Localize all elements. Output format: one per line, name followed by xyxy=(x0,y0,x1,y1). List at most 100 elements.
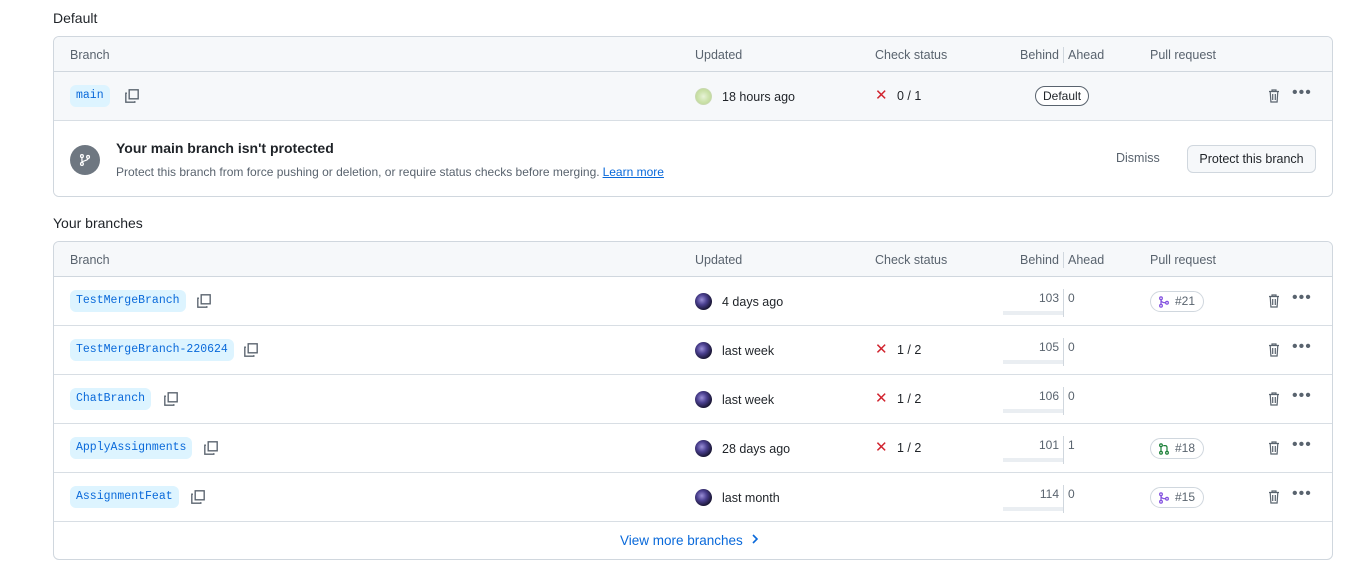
default-section-title: Default xyxy=(53,10,98,26)
pr-number: #21 xyxy=(1175,294,1196,308)
updated-time: 4 days ago xyxy=(722,294,784,309)
copy-icon[interactable] xyxy=(123,87,141,105)
behind-bar xyxy=(1003,311,1063,315)
check-status[interactable]: ✕ 1 / 2 xyxy=(875,440,921,455)
pull-request-badge[interactable]: #21 xyxy=(1150,291,1205,312)
copy-icon[interactable] xyxy=(202,439,220,457)
default-badge: Default xyxy=(1035,86,1090,106)
ahead-count: 0 xyxy=(1068,291,1075,305)
header-behind: Behind xyxy=(1020,253,1059,267)
your-branches-title: Your branches xyxy=(53,215,143,231)
avatar[interactable] xyxy=(695,293,712,310)
check-status[interactable]: ✕ 1 / 2 xyxy=(875,342,921,357)
updated-time: last month xyxy=(722,490,780,505)
behind-bar xyxy=(1003,409,1063,413)
protect-branch-button[interactable]: Protect this branch xyxy=(1187,145,1316,173)
git-branch-icon xyxy=(70,145,100,175)
check-count: 1 / 2 xyxy=(897,391,922,406)
avatar[interactable] xyxy=(695,489,712,506)
behind-ahead-divider xyxy=(1063,289,1064,317)
branch-link[interactable]: TestMergeBranch xyxy=(70,290,186,312)
header-branch: Branch xyxy=(70,253,110,267)
check-status[interactable]: ✕ 1 / 2 xyxy=(875,391,921,406)
branch-link[interactable]: AssignmentFeat xyxy=(70,486,179,508)
table-header: Branch Updated Check status Behind Ahead… xyxy=(54,242,1332,277)
avatar[interactable] xyxy=(695,88,712,105)
ahead-count: 1 xyxy=(1068,438,1075,452)
branch-link[interactable]: TestMergeBranch-220624 xyxy=(70,339,234,361)
header-divider xyxy=(1063,47,1064,63)
behind-ahead-divider xyxy=(1063,436,1064,464)
updated-time: last week xyxy=(722,392,775,407)
header-updated: Updated xyxy=(695,253,743,267)
behind-bar xyxy=(1003,458,1063,462)
behind-count: 101 xyxy=(1038,438,1059,452)
updated-cell: 4 days ago xyxy=(695,293,783,310)
copy-icon[interactable] xyxy=(242,341,260,359)
trash-icon[interactable] xyxy=(1266,488,1282,506)
trash-icon[interactable] xyxy=(1266,87,1282,105)
copy-icon[interactable] xyxy=(195,292,213,310)
view-more-branches-link[interactable]: View more branches xyxy=(620,533,759,548)
header-ahead: Ahead xyxy=(1068,253,1105,267)
more-options-icon[interactable]: ••• xyxy=(1292,486,1312,505)
chevron-right-icon xyxy=(751,533,759,548)
pull-request-badge[interactable]: #18 xyxy=(1150,438,1205,459)
avatar[interactable] xyxy=(695,391,712,408)
updated-cell: 28 days ago xyxy=(695,440,790,457)
avatar[interactable] xyxy=(695,440,712,457)
behind-ahead-divider xyxy=(1063,387,1064,415)
ahead-count: 0 xyxy=(1068,389,1075,403)
more-options-icon[interactable]: ••• xyxy=(1292,388,1312,407)
header-pull-request: Pull request xyxy=(1150,253,1217,267)
avatar[interactable] xyxy=(695,342,712,359)
header-pull-request: Pull request xyxy=(1150,48,1217,62)
default-branch-panel: Branch Updated Check status Behind Ahead… xyxy=(53,36,1333,197)
dismiss-button[interactable]: Dismiss xyxy=(1116,151,1160,165)
view-more-label: View more branches xyxy=(620,533,743,548)
table-row: ApplyAssignments 28 days ago ✕ 1 / 2 101… xyxy=(54,424,1332,473)
header-ahead: Ahead xyxy=(1068,48,1105,62)
x-icon: ✕ xyxy=(875,87,888,104)
behind-bar xyxy=(1003,507,1063,511)
view-more-row: View more branches xyxy=(54,522,1332,559)
x-icon: ✕ xyxy=(875,341,888,358)
open-pr-icon xyxy=(1158,442,1170,455)
copy-icon[interactable] xyxy=(162,390,180,408)
check-status[interactable]: ✕ 0 / 1 xyxy=(875,88,921,103)
protection-description-text: Protect this branch from force pushing o… xyxy=(116,165,600,179)
ahead-count: 0 xyxy=(1068,487,1075,501)
learn-more-link[interactable]: Learn more xyxy=(603,165,664,179)
trash-icon[interactable] xyxy=(1266,390,1282,408)
branch-link-main[interactable]: main xyxy=(70,85,110,107)
updated-time: last week xyxy=(722,343,775,358)
trash-icon[interactable] xyxy=(1266,341,1282,359)
pull-request-badge[interactable]: #15 xyxy=(1150,487,1205,508)
protection-warning-description: Protect this branch from force pushing o… xyxy=(116,165,664,179)
copy-icon[interactable] xyxy=(189,488,207,506)
ahead-count: 0 xyxy=(1068,340,1075,354)
more-options-icon[interactable]: ••• xyxy=(1292,437,1312,456)
branch-link[interactable]: ChatBranch xyxy=(70,388,152,410)
protection-warning-title: Your main branch isn't protected xyxy=(116,140,334,156)
behind-count: 106 xyxy=(1038,389,1059,403)
more-options-icon[interactable]: ••• xyxy=(1292,85,1312,104)
header-divider xyxy=(1063,252,1064,268)
table-row: TestMergeBranch-220624 last week ✕ 1 / 2… xyxy=(54,326,1332,375)
behind-bar xyxy=(1003,360,1063,364)
more-options-icon[interactable]: ••• xyxy=(1292,290,1312,309)
branch-link[interactable]: ApplyAssignments xyxy=(70,437,193,459)
trash-icon[interactable] xyxy=(1266,292,1282,310)
pr-number: #18 xyxy=(1175,441,1196,455)
more-options-icon[interactable]: ••• xyxy=(1292,339,1312,358)
trash-icon[interactable] xyxy=(1266,439,1282,457)
behind-count: 114 xyxy=(1039,487,1059,501)
behind-indicator: 114 xyxy=(1001,487,1063,511)
updated-time: 28 days ago xyxy=(722,441,791,456)
table-row: AssignmentFeat last month 114 0 #15 ••• xyxy=(54,473,1332,522)
header-check-status: Check status xyxy=(875,48,948,62)
header-branch: Branch xyxy=(70,48,110,62)
behind-indicator: 103 xyxy=(1001,291,1063,315)
merged-pr-icon xyxy=(1158,491,1170,504)
updated-cell: last week xyxy=(695,391,774,408)
